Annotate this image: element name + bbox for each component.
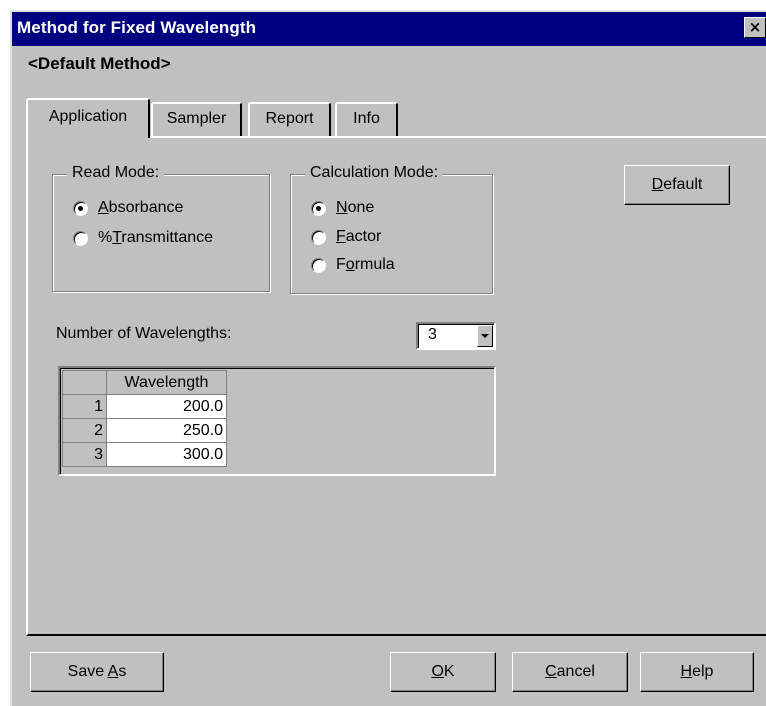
option-label: %Transmittance xyxy=(98,229,214,246)
radio-icon xyxy=(311,229,326,245)
table-row[interactable]: 1 200.0 xyxy=(62,394,227,419)
transmittance-radio[interactable]: %Transmittance xyxy=(73,227,213,249)
radio-selected-icon xyxy=(73,200,88,216)
number-of-wavelengths-label: Number of Wavelengths: xyxy=(56,325,232,342)
wavelength-table: Wavelength 1 200.0 2 250.0 3 300.0 xyxy=(62,370,227,467)
tab-info[interactable]: Info xyxy=(335,102,398,136)
title-bar[interactable]: Method for Fixed Wavelength × xyxy=(12,12,766,46)
wavelength-cell[interactable]: 250.0 xyxy=(106,418,227,443)
cancel-button[interactable]: Cancel xyxy=(512,652,628,692)
chevron-down-icon[interactable] xyxy=(477,325,493,347)
window-title: Method for Fixed Wavelength xyxy=(17,18,257,37)
corner-cell xyxy=(62,370,107,395)
formula-radio[interactable]: Formula xyxy=(311,254,395,276)
wavelength-grid[interactable]: Wavelength 1 200.0 2 250.0 3 300.0 xyxy=(58,366,496,476)
row-number: 1 xyxy=(62,394,107,419)
wavelength-cell[interactable]: 300.0 xyxy=(106,442,227,467)
select-value: 3 xyxy=(428,326,437,343)
default-button[interactable]: Default xyxy=(624,165,730,205)
radio-icon xyxy=(311,257,326,273)
tab-label: Application xyxy=(48,108,128,125)
ok-button[interactable]: OK xyxy=(390,652,496,692)
help-button[interactable]: Help xyxy=(640,652,754,692)
close-icon[interactable]: × xyxy=(744,17,766,38)
table-header-row: Wavelength xyxy=(62,370,227,395)
factor-radio[interactable]: Factor xyxy=(311,226,381,248)
table-row[interactable]: 2 250.0 xyxy=(62,418,227,443)
tab-application[interactable]: Application xyxy=(26,98,150,138)
radio-icon xyxy=(73,230,88,246)
row-number: 3 xyxy=(62,442,107,467)
row-number: 2 xyxy=(62,418,107,443)
option-label: Factor xyxy=(336,228,382,245)
option-label: None xyxy=(336,199,375,216)
tab-report[interactable]: Report xyxy=(248,102,331,136)
tab-sampler[interactable]: Sampler xyxy=(151,102,242,136)
save-as-button[interactable]: Save As xyxy=(30,652,164,692)
wavelength-cell[interactable]: 200.0 xyxy=(106,394,227,419)
group-label: Read Mode: xyxy=(67,164,165,182)
number-of-wavelengths-select[interactable]: 3 xyxy=(416,322,496,350)
none-radio[interactable]: None xyxy=(311,197,374,219)
radio-selected-icon xyxy=(311,200,326,216)
method-name: <Default Method> xyxy=(28,54,171,73)
tab-label: Report xyxy=(265,110,314,127)
wavelength-header: Wavelength xyxy=(106,370,227,395)
tab-label: Sampler xyxy=(166,110,227,127)
group-label: Calculation Mode: xyxy=(305,164,444,182)
option-label: Absorbance xyxy=(98,199,184,216)
option-label: Formula xyxy=(336,256,395,273)
absorbance-radio[interactable]: Absorbance xyxy=(73,197,183,219)
table-row[interactable]: 3 300.0 xyxy=(62,442,227,467)
tab-label: Info xyxy=(353,110,380,127)
